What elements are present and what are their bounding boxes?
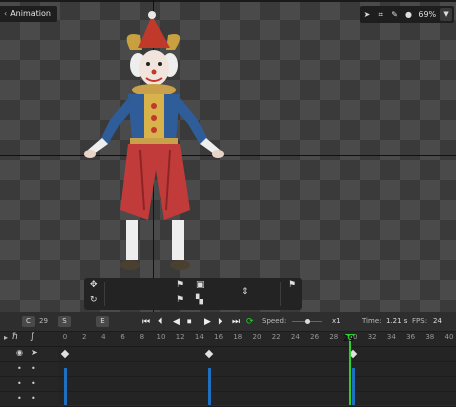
rotate-icon[interactable]: ↻	[90, 295, 98, 305]
ruler-tick: 24	[290, 333, 300, 341]
animation-canvas[interactable]: ‹ Animation ➤ ⌗ ✎ ● 69% ▼ ✥ ↻ ⚑ ▣ ⚑ ▚ ⇕ ⚑	[0, 0, 456, 312]
dot-icon: •	[31, 394, 36, 403]
cursor-icon[interactable]: ➤	[31, 348, 38, 357]
s-button[interactable]: S	[58, 316, 71, 327]
flag-icon[interactable]: ⚑	[176, 295, 184, 305]
ruler-tick: 14	[194, 333, 204, 341]
track-header: • •	[0, 392, 58, 406]
save-icon[interactable]: ▣	[196, 280, 205, 290]
ruler-tick: 20	[252, 333, 262, 341]
transform-panel: ✥ ↻ ⚑ ▣ ⚑ ▚ ⇕ ⚑	[84, 278, 302, 310]
ruler-tick: 12	[175, 333, 185, 341]
c-value: 29	[39, 317, 48, 325]
time-value: 1.21 s	[386, 317, 408, 325]
ruler-tick: 10	[156, 333, 166, 341]
keyframe-diamond[interactable]	[204, 349, 214, 359]
track-row[interactable]: • •	[0, 362, 456, 377]
track-header: • •	[0, 362, 58, 376]
ruler-tick: 38	[425, 333, 435, 341]
mode-label: Animation	[10, 9, 51, 18]
view-toolbar: ➤ ⌗ ✎ ● 69% ▼	[360, 6, 454, 23]
brush-icon[interactable]: ✎	[388, 10, 402, 19]
chevron-left-icon: ‹	[4, 9, 8, 18]
speed-value: x1	[332, 317, 341, 325]
curve-tool-icon[interactable]: ℏ	[12, 332, 18, 342]
ruler-tick: 36	[406, 333, 416, 341]
crop-icon[interactable]: ⌗	[374, 10, 388, 20]
cursor-icon[interactable]: ➤	[360, 10, 374, 19]
ruler-tick: 4	[101, 333, 106, 341]
play-icon[interactable]: ▶	[204, 315, 211, 329]
fps-label: FPS:	[412, 317, 428, 325]
frame-ruler[interactable]: ▸ ℏ ∫ 0 2 4 6 8 10 12 14 16 18 20 22 24 26 28 30 32 34 36 3…	[0, 332, 456, 347]
move-icon[interactable]: ✥	[90, 280, 98, 290]
time-label: Time:	[362, 317, 382, 325]
dot-icon: •	[31, 364, 36, 373]
prev-frame-icon[interactable]: ⏴	[158, 315, 163, 329]
c-button[interactable]: C	[22, 316, 35, 327]
eye-icon[interactable]: ◉	[16, 348, 23, 357]
dot-icon: •	[31, 379, 36, 388]
first-frame-icon[interactable]: ⏮	[142, 315, 150, 329]
fps-value: 24	[433, 317, 442, 325]
ruler-tick: 40	[444, 333, 454, 341]
copy-icon[interactable]: ▚	[196, 295, 203, 305]
bones-icon[interactable]: ⇕	[241, 287, 249, 297]
speed-label: Speed:	[262, 317, 287, 325]
timeline-controls: C 29 S E ⏮ ⏴ ◀ ⏹ ▶ ⏵ ⏭ ⟳ Speed: x1 Time:…	[0, 312, 456, 332]
ruler-tick: 16	[214, 333, 224, 341]
ruler-tick: 22	[271, 333, 281, 341]
keyframe-diamond[interactable]	[60, 349, 70, 359]
dot-icon: •	[17, 364, 22, 373]
next-frame-icon[interactable]: ⏵	[218, 315, 223, 329]
keyframe-line	[64, 368, 67, 405]
flag-icon[interactable]: ⚑	[176, 280, 184, 290]
track-header: • •	[0, 377, 58, 391]
e-button[interactable]: E	[96, 316, 109, 327]
ease-curve-icon[interactable]: ∫	[30, 332, 35, 342]
track-row[interactable]: ◉ ➤	[0, 347, 456, 362]
ruler-tick: 2	[81, 333, 87, 341]
zoom-level[interactable]: 69%	[418, 10, 436, 19]
jester-character[interactable]	[80, 10, 230, 280]
play-back-icon[interactable]: ◀	[173, 315, 180, 329]
track-header: ◉ ➤	[0, 347, 58, 361]
loop-icon[interactable]: ⟳	[246, 315, 254, 329]
ruler-tick: 28	[329, 333, 339, 341]
dot-icon: •	[17, 379, 22, 388]
timeline-panel: C 29 S E ⏮ ⏴ ◀ ⏹ ▶ ⏵ ⏭ ⟳ Speed: x1 Time:…	[0, 312, 456, 407]
playhead[interactable]	[349, 340, 351, 405]
stop-icon[interactable]: ⏹	[187, 315, 192, 329]
flag-icon[interactable]: ⚑	[288, 280, 296, 290]
ruler-tick: 18	[233, 333, 243, 341]
divider	[280, 282, 281, 306]
canvas-top-edge	[0, 0, 456, 2]
speed-slider-handle[interactable]	[305, 319, 310, 324]
arrow-icon[interactable]: ▸	[4, 333, 8, 342]
track-row[interactable]: • •	[0, 377, 456, 392]
keyframe-line	[352, 368, 355, 405]
last-frame-icon[interactable]: ⏭	[232, 315, 240, 329]
animation-mode-button[interactable]: ‹ Animation	[0, 6, 57, 22]
divider	[104, 282, 105, 306]
ruler-tick: 8	[139, 333, 145, 341]
ruler-tick: 34	[386, 333, 396, 341]
ruler-tick: 26	[310, 333, 320, 341]
dot-icon: •	[17, 394, 22, 403]
chevron-down-icon[interactable]: ▼	[440, 8, 453, 21]
current-frame: 29	[343, 334, 355, 343]
ruler-tick: 6	[120, 333, 125, 341]
ruler-tick: 0	[62, 333, 68, 341]
keyframe-line	[208, 368, 211, 405]
ruler-tick: 32	[367, 333, 377, 341]
paint-icon[interactable]: ●	[402, 10, 416, 19]
